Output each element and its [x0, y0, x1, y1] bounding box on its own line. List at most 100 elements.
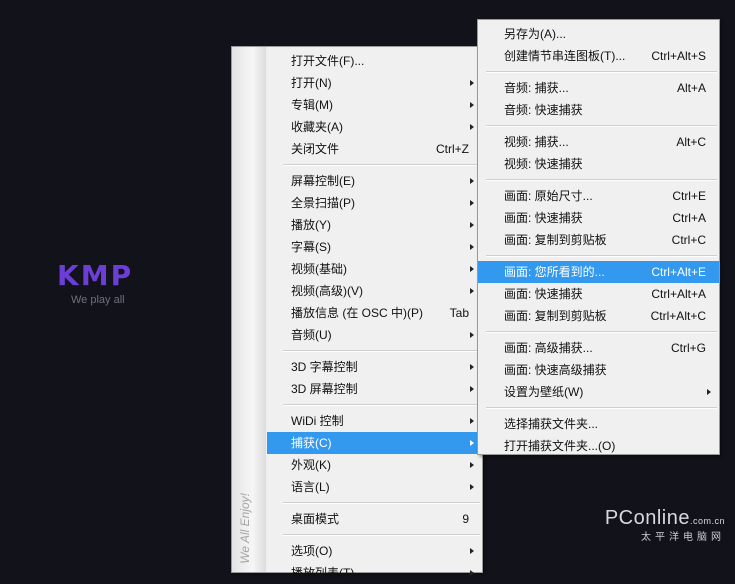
- submenu-item[interactable]: 音频: 捕获... Alt+A: [478, 77, 719, 99]
- submenu-arrow-icon: [470, 418, 474, 424]
- menu-item[interactable]: 播放列表(T): [267, 562, 482, 584]
- menu-item[interactable]: 桌面模式 9: [267, 508, 482, 530]
- submenu-arrow-icon: [470, 266, 474, 272]
- menu-item[interactable]: 视频(基础): [267, 258, 482, 280]
- submenu-item-label: 创建情节串连图板(T)...: [504, 49, 626, 63]
- submenu-separator: [486, 125, 717, 127]
- submenu-item[interactable]: 选择捕获文件夹...: [478, 413, 719, 435]
- menu-item[interactable]: 外观(K): [267, 454, 482, 476]
- submenu-item[interactable]: 另存为(A)...: [478, 23, 719, 45]
- submenu-item-label: 设置为壁纸(W): [504, 385, 584, 399]
- submenu-item-shortcut: Alt+A: [676, 81, 706, 95]
- menu-item-label: 专辑(M): [291, 98, 333, 112]
- submenu-item-label: 音频: 快速捕获: [504, 103, 583, 117]
- kmp-logo: K M P We play all: [57, 262, 147, 307]
- submenu-arrow-icon: [470, 364, 474, 370]
- menu-item-label: 视频(高级)(V): [291, 284, 363, 298]
- submenu-item[interactable]: 画面: 复制到剪贴板 Ctrl+Alt+C: [478, 305, 719, 327]
- menu-item-shortcut: Tab: [449, 306, 469, 320]
- submenu-item[interactable]: 画面: 复制到剪贴板 Ctrl+C: [478, 229, 719, 251]
- submenu-separator: [486, 331, 717, 333]
- menu-item[interactable]: 打开文件(F)...: [267, 50, 482, 72]
- submenu-item-shortcut: Ctrl+G: [670, 341, 706, 355]
- submenu-arrow-icon: [470, 124, 474, 130]
- submenu-arrow-icon: [707, 389, 711, 395]
- submenu-arrow-icon: [470, 484, 474, 490]
- submenu-item-shortcut: Ctrl+Alt+A: [651, 287, 706, 301]
- menu-item-shortcut: 9: [462, 512, 469, 526]
- submenu-item[interactable]: 打开捕获文件夹...(O): [478, 435, 719, 457]
- submenu-item[interactable]: 画面: 高级捕获... Ctrl+G: [478, 337, 719, 359]
- menu-item-label: 语言(L): [291, 480, 330, 494]
- menu-sidebar-strip: We All Enjoy!: [232, 47, 266, 572]
- menu-item[interactable]: WiDi 控制: [267, 410, 482, 432]
- submenu-item-label: 画面: 快速高级捕获: [504, 363, 607, 377]
- logo-letter-p: P: [110, 259, 132, 292]
- submenu-arrow-icon: [470, 102, 474, 108]
- capture-submenu: 另存为(A)... 创建情节串连图板(T)... Ctrl+Alt+S 音频: 捕获.…: [477, 19, 720, 455]
- menu-separator: [283, 502, 480, 504]
- submenu-arrow-icon: [470, 386, 474, 392]
- menu-item-label: 打开文件(F)...: [291, 54, 365, 68]
- sidebar-slogan: We All Enjoy!: [238, 493, 252, 564]
- capture-submenu-items: 另存为(A)... 创建情节串连图板(T)... Ctrl+Alt+S 音频: 捕获.…: [478, 23, 719, 457]
- menu-item[interactable]: 收藏夹(A): [267, 116, 482, 138]
- submenu-item-label: 画面: 高级捕获...: [504, 341, 593, 355]
- menu-item-label: 捕获(C): [291, 436, 332, 450]
- submenu-item-shortcut: Ctrl+Alt+S: [651, 49, 706, 63]
- submenu-item[interactable]: 画面: 快速高级捕获: [478, 359, 719, 381]
- submenu-item[interactable]: 创建情节串连图板(T)... Ctrl+Alt+S: [478, 45, 719, 67]
- context-menu-items: 打开文件(F)... 打开(N) 专辑(M) 收藏夹(A) 关闭文件 Ctrl+Z 屏幕控制…: [267, 50, 482, 584]
- submenu-item-label: 画面: 快速捕获: [504, 211, 583, 225]
- submenu-arrow-icon: [470, 332, 474, 338]
- submenu-item[interactable]: 音频: 快速捕获: [478, 99, 719, 121]
- submenu-item[interactable]: 视频: 快速捕获: [478, 153, 719, 175]
- kmp-logo-mark: K M P: [57, 262, 147, 290]
- menu-item[interactable]: 关闭文件 Ctrl+Z: [267, 138, 482, 160]
- menu-item[interactable]: 语言(L): [267, 476, 482, 498]
- submenu-separator: [486, 71, 717, 73]
- submenu-arrow-icon: [470, 244, 474, 250]
- menu-item[interactable]: 3D 字幕控制: [267, 356, 482, 378]
- menu-item[interactable]: 打开(N): [267, 72, 482, 94]
- menu-item[interactable]: 视频(高级)(V): [267, 280, 482, 302]
- submenu-item[interactable]: 画面: 快速捕获 Ctrl+Alt+A: [478, 283, 719, 305]
- menu-item[interactable]: 字幕(S): [267, 236, 482, 258]
- submenu-item-label: 画面: 快速捕获: [504, 287, 583, 301]
- submenu-item[interactable]: 画面: 快速捕获 Ctrl+A: [478, 207, 719, 229]
- menu-item[interactable]: 音频(U): [267, 324, 482, 346]
- submenu-item[interactable]: 视频: 捕获... Alt+C: [478, 131, 719, 153]
- menu-item[interactable]: 专辑(M): [267, 94, 482, 116]
- menu-item-shortcut: Ctrl+Z: [436, 142, 469, 156]
- context-menu: We All Enjoy! 打开文件(F)... 打开(N) 专辑(M) 收藏夹(A)…: [231, 46, 483, 580]
- menu-item[interactable]: 播放信息 (在 OSC 中)(P) Tab: [267, 302, 482, 324]
- menu-item[interactable]: 选项(O): [267, 540, 482, 562]
- submenu-item-label: 画面: 原始尺寸...: [504, 189, 593, 203]
- menu-item-label: 字幕(S): [291, 240, 331, 254]
- submenu-item[interactable]: 画面: 您所看到的... Ctrl+Alt+E: [478, 261, 719, 283]
- watermark-brand: PConline: [604, 507, 690, 529]
- menu-item-label: 关闭文件: [291, 142, 340, 156]
- menu-separator: [283, 350, 480, 352]
- logo-letter-k: K: [57, 259, 79, 292]
- menu-item-label: 收藏夹(A): [291, 120, 343, 134]
- submenu-item-label: 画面: 您所看到的...: [504, 265, 605, 279]
- logo-letter-m: M: [80, 259, 109, 292]
- menu-separator: [283, 404, 480, 406]
- menu-item[interactable]: 全景扫描(P): [267, 192, 482, 214]
- menu-item-label: 3D 字幕控制: [291, 360, 358, 374]
- menu-item[interactable]: 3D 屏幕控制: [267, 378, 482, 400]
- menu-item-label: 屏幕控制(E): [291, 174, 355, 188]
- menu-item-label: 播放信息 (在 OSC 中)(P): [291, 306, 423, 320]
- menu-item-label: 音频(U): [291, 328, 332, 342]
- submenu-item[interactable]: 画面: 原始尺寸... Ctrl+E: [478, 185, 719, 207]
- submenu-item-label: 视频: 快速捕获: [504, 157, 583, 171]
- submenu-arrow-icon: [470, 200, 474, 206]
- menu-item[interactable]: 播放(Y): [267, 214, 482, 236]
- menu-item[interactable]: 捕获(C): [267, 432, 482, 454]
- submenu-item[interactable]: 设置为壁纸(W): [478, 381, 719, 403]
- menu-item[interactable]: 屏幕控制(E): [267, 170, 482, 192]
- watermark-sub: 太平洋电脑网: [641, 532, 725, 543]
- menu-item-label: 播放列表(T): [291, 566, 355, 580]
- submenu-arrow-icon: [470, 440, 474, 446]
